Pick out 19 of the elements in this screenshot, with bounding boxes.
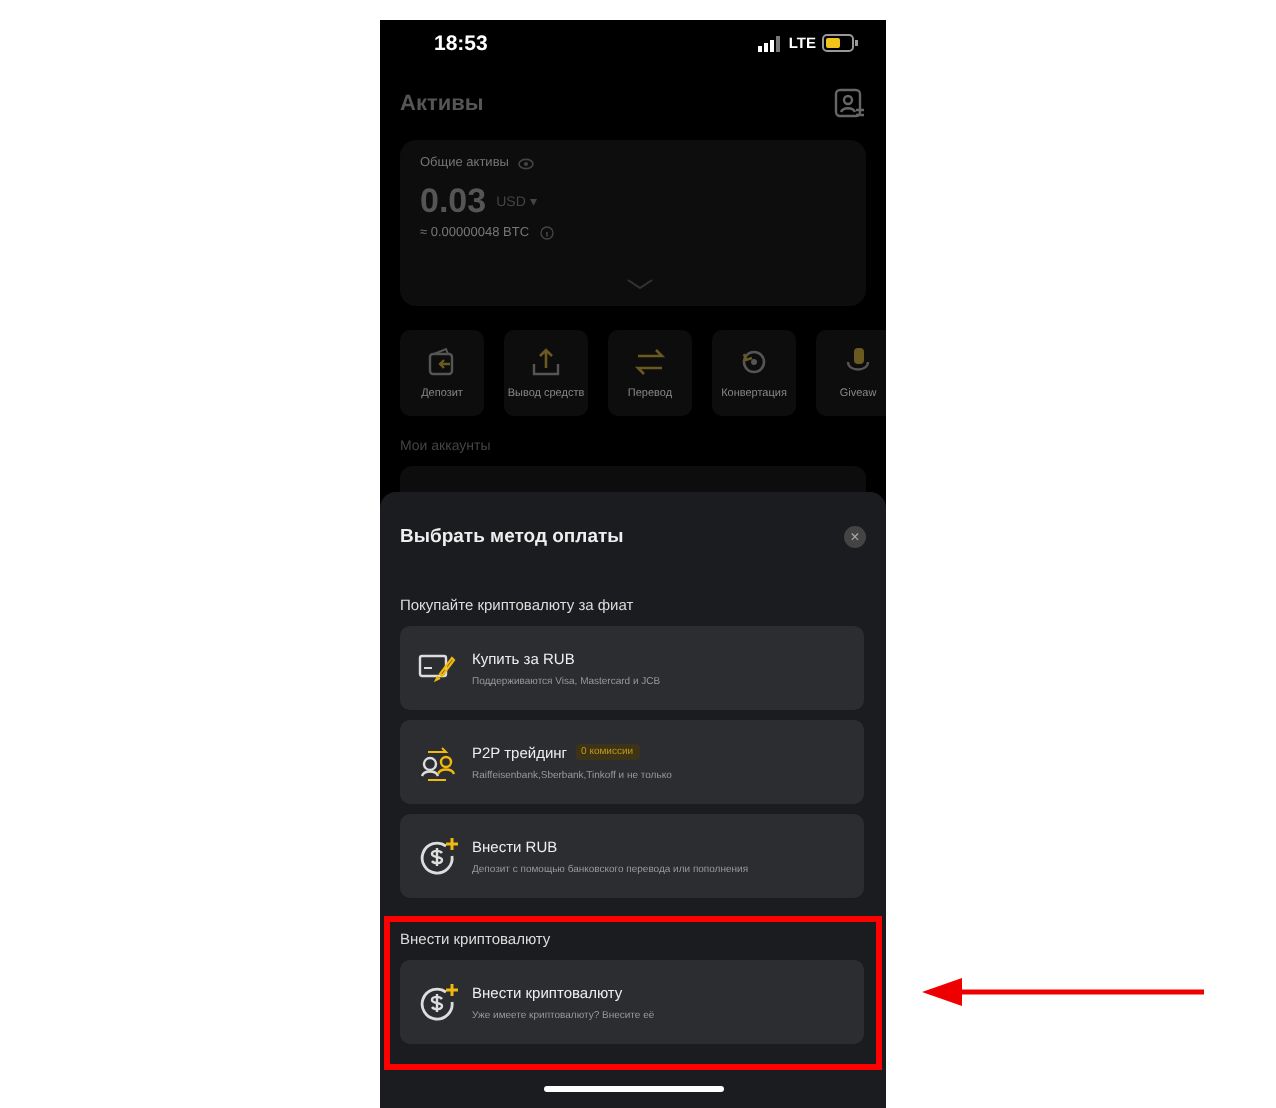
dollar-plus-icon bbox=[416, 836, 460, 876]
profile-icon[interactable] bbox=[834, 87, 866, 119]
close-button[interactable]: × bbox=[844, 525, 866, 547]
convert-icon bbox=[738, 346, 770, 378]
eye-icon[interactable] bbox=[518, 157, 535, 169]
clock-time: 18:53 bbox=[434, 31, 488, 55]
transfer-icon bbox=[634, 346, 666, 378]
info-icon bbox=[539, 226, 554, 240]
balance-amount: 0.03 bbox=[420, 182, 487, 222]
sheet-title: Выбрать метод оплаты bbox=[400, 525, 624, 547]
chevron-down-icon[interactable] bbox=[626, 278, 654, 290]
people-exchange-icon bbox=[416, 742, 460, 782]
deposit-icon bbox=[426, 346, 458, 378]
signal-icon bbox=[758, 35, 783, 51]
arrow-icon bbox=[920, 976, 1208, 1008]
battery-icon bbox=[822, 34, 858, 52]
page-title: Активы bbox=[400, 91, 484, 115]
withdraw-icon bbox=[530, 346, 562, 378]
dollar-plus-icon bbox=[416, 982, 460, 1022]
